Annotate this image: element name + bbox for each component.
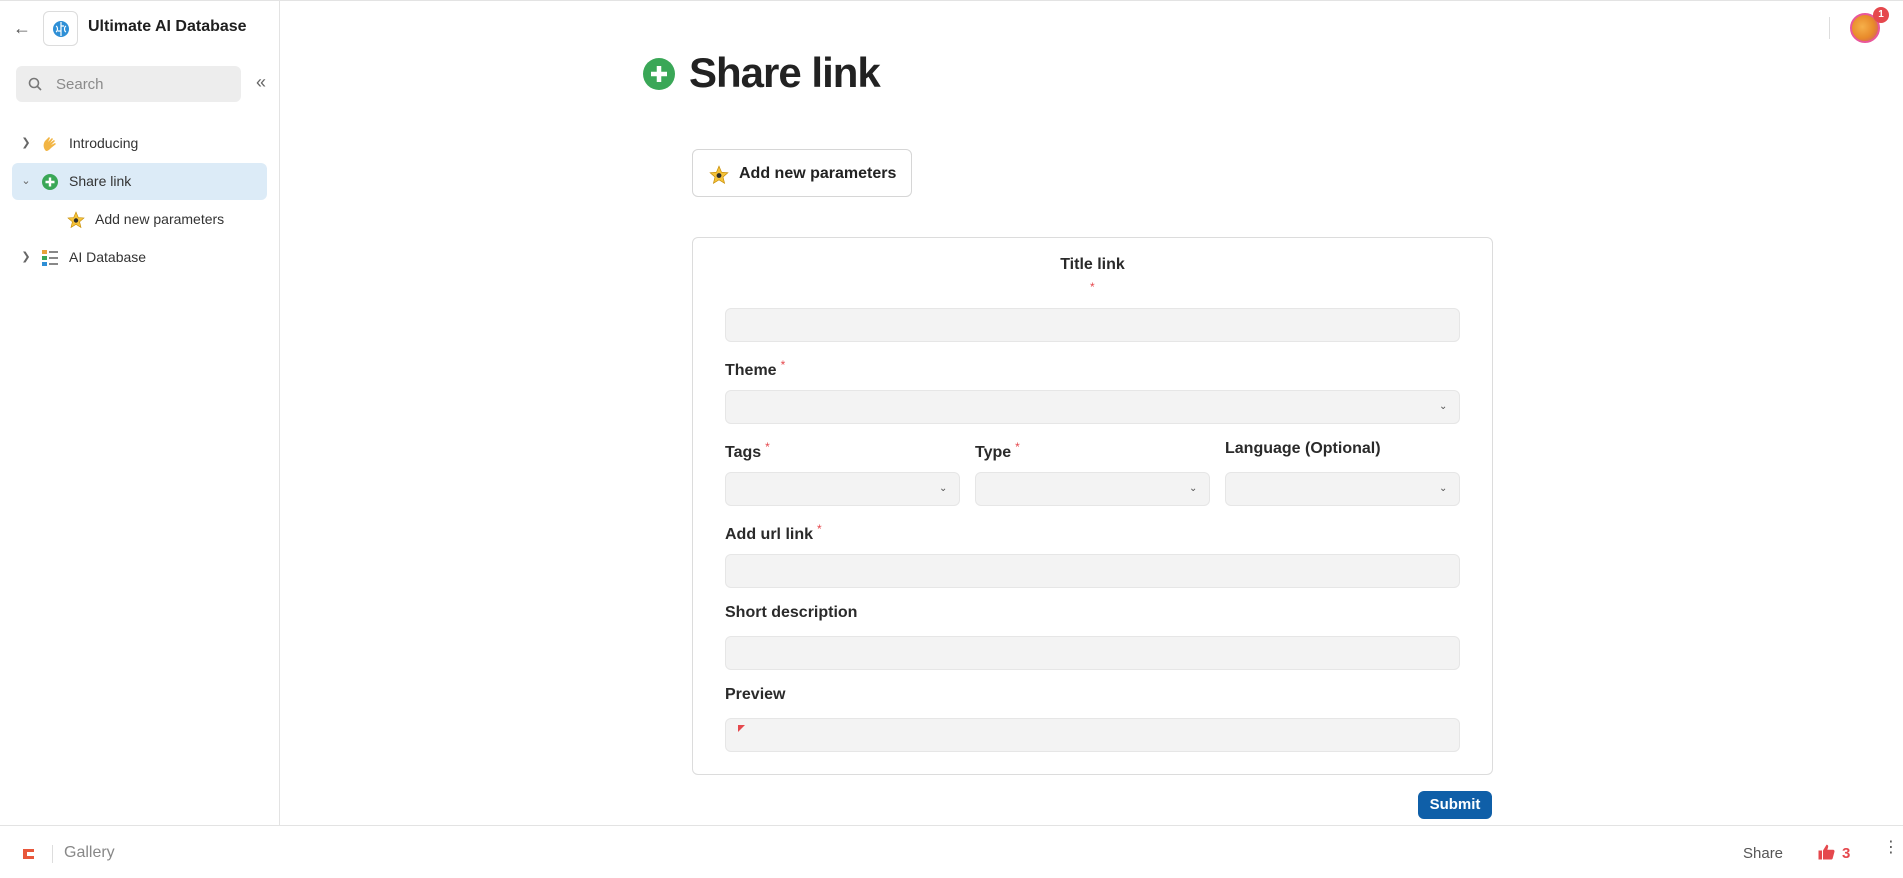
footer-divider [52,845,53,863]
required-mark: * [765,440,770,454]
chevron-right-icon[interactable]: ❯ [20,136,32,150]
url-label: Add url link * [725,522,822,544]
chevron-down-icon: ⌄ [939,483,948,494]
gallery-link[interactable]: Gallery [64,844,115,862]
short-description-input[interactable] [725,636,1460,670]
sidebar: ← Ultimate AI Database « ❯ Introduc [0,1,280,825]
star-icon [67,211,85,229]
thumbs-up-icon [1818,844,1835,860]
search-box[interactable] [16,66,241,102]
url-input[interactable] [725,554,1460,588]
list-icon [42,250,58,266]
language-label: Language (Optional) [1225,440,1381,457]
type-select[interactable]: ⌄ [975,472,1210,506]
plus-circle-icon [42,174,58,190]
sidebar-item-add-new-parameters[interactable]: Add new parameters [12,201,267,238]
header-divider [1829,17,1830,39]
brand-logo-icon[interactable] [22,848,35,860]
sidebar-item-label: AI Database [69,249,147,265]
required-mark: * [780,358,786,372]
title-link-input[interactable] [725,308,1460,342]
tags-select[interactable]: ⌄ [725,472,960,506]
add-new-parameters-label: Add new parameters [739,165,897,182]
theme-label: Theme * [725,358,785,380]
required-mark: * [817,522,822,536]
title-link-label: Title link [1060,256,1125,273]
back-arrow-icon[interactable]: ← [12,18,32,38]
app-window: ← Ultimate AI Database « ❯ Introduc [0,0,1903,878]
share-button[interactable]: Share [1743,845,1783,862]
preview-corner-icon [738,725,745,732]
sidebar-item-ai-database[interactable]: ❯ AI Database [12,239,267,276]
notification-badge: 1 [1873,7,1889,23]
language-select[interactable]: ⌄ [1225,472,1460,506]
share-link-form: Title link * Theme * ⌄ Tags * ⌄ Type * ⌄ La… [692,237,1493,775]
required-mark: * [1090,280,1095,294]
search-icon [28,77,42,91]
preview-field[interactable] [725,718,1460,752]
sidebar-item-label: Add new parameters [95,211,225,227]
sidebar-item-label: Introducing [69,135,139,151]
tags-label: Tags * [725,440,770,462]
footer: Gallery Share 3 ⋮ [0,825,1903,878]
url-label-text: Add url link [725,526,813,543]
more-options-icon[interactable]: ⋮ [1883,840,1899,863]
chevron-down-icon: ⌄ [1189,483,1198,494]
sidebar-item-introducing[interactable]: ❯ Introducing [12,125,267,162]
short-description-label: Short description [725,604,858,621]
waving-hand-icon [43,137,56,151]
sidebar-item-label: Share link [69,173,132,189]
add-new-parameters-button[interactable]: Add new parameters [692,149,912,197]
sidebar-item-share-link[interactable]: ⌄ Share link [12,163,267,200]
app-name: Ultimate AI Database [88,18,247,35]
app-logo [43,11,78,46]
theme-select[interactable]: ⌄ [725,390,1460,424]
theme-label-text: Theme [725,362,777,379]
tags-label-text: Tags [725,444,762,461]
collapse-sidebar-icon[interactable]: « [252,73,270,93]
chevron-down-icon: ⌄ [1439,401,1448,412]
search-input[interactable] [56,66,236,102]
chevron-down-icon[interactable]: ⌄ [20,174,32,188]
preview-label: Preview [725,686,786,703]
chevron-down-icon: ⌄ [1439,483,1448,494]
brain-icon [53,21,69,37]
sidebar-header: ← Ultimate AI Database [0,1,280,55]
type-label: Type * [975,440,1020,462]
like-count: 3 [1842,845,1851,862]
plus-circle-icon [643,58,675,90]
submit-button[interactable]: Submit [1418,791,1492,819]
page-title: Share link [689,49,881,96]
chevron-right-icon[interactable]: ❯ [20,250,32,264]
star-icon [709,165,729,185]
type-label-text: Type [975,444,1012,461]
required-mark: * [1015,440,1020,454]
